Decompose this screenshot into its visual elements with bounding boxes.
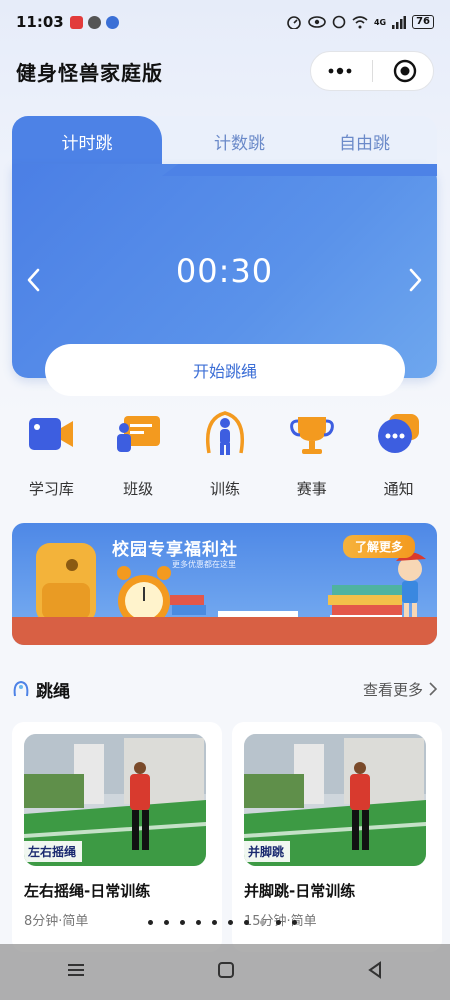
timer-body: 00:30 开始跳绳 bbox=[12, 164, 437, 396]
menu-label-events: 赛事 bbox=[296, 480, 327, 498]
mini-program-capsule bbox=[310, 51, 434, 91]
menu-item-notice[interactable]: 通知 bbox=[359, 408, 439, 508]
next-time-button[interactable] bbox=[401, 260, 431, 300]
welfare-banner[interactable]: 校园专享福利社 更多优惠都在这里 了解更多 bbox=[12, 523, 437, 645]
close-mini-program-button[interactable] bbox=[380, 51, 430, 91]
speed-icon bbox=[287, 16, 301, 29]
title-bar: 健身怪兽家庭版 bbox=[0, 48, 450, 94]
carousel-dot bbox=[164, 920, 169, 925]
section-title: 跳绳 bbox=[36, 681, 70, 702]
training-card[interactable]: 左右摇绳 左右摇绳-日常训练 8分钟·简单 bbox=[12, 722, 222, 952]
target-close-icon bbox=[393, 59, 416, 83]
menu-label-library: 学习库 bbox=[28, 480, 74, 498]
back-triangle-icon bbox=[368, 961, 382, 979]
status-right-group: 4G 76 bbox=[286, 15, 434, 29]
chevron-right-icon bbox=[429, 682, 437, 696]
chevron-right-icon bbox=[409, 268, 422, 292]
more-options-button[interactable] bbox=[315, 51, 365, 91]
eye-icon bbox=[308, 16, 326, 28]
carousel-dot bbox=[276, 920, 281, 925]
menu-item-training[interactable]: 训练 bbox=[185, 408, 265, 508]
tab-timed-jump[interactable]: 计时跳 bbox=[12, 116, 162, 166]
banner-subtitle: 更多优惠都在这里 bbox=[172, 560, 236, 569]
menu-lines-icon bbox=[67, 964, 84, 976]
jump-rope-icon bbox=[199, 408, 251, 460]
battery-indicator: 76 bbox=[412, 15, 434, 29]
app-notification-icon bbox=[69, 15, 83, 29]
status-time: 11:03 bbox=[16, 13, 64, 31]
rope-section-icon bbox=[13, 680, 29, 697]
alarm-icon bbox=[332, 15, 346, 29]
mode-tabs: 计时跳 计数跳 自由跳 bbox=[12, 116, 437, 166]
carousel-dot bbox=[244, 920, 249, 925]
training-cards: 左右摇绳 左右摇绳-日常训练 8分钟·简单 并脚跳 并脚跳-日常训练 15分钟·… bbox=[12, 722, 442, 952]
wifi-icon bbox=[352, 15, 368, 28]
banner-more-button[interactable]: 了解更多 bbox=[342, 535, 415, 558]
menu-item-events[interactable]: 赛事 bbox=[272, 408, 352, 508]
tab-count-jump[interactable]: 计数跳 bbox=[182, 116, 297, 166]
chat-bubble-icon bbox=[373, 408, 425, 460]
card-meta: 8分钟·简单 bbox=[24, 914, 89, 929]
capsule-divider bbox=[371, 60, 373, 82]
signal-icon bbox=[392, 15, 407, 29]
video-thumbnail: 并脚跳 bbox=[244, 734, 426, 866]
menu-nav-button[interactable] bbox=[66, 962, 86, 982]
android-notification-icon bbox=[87, 15, 101, 29]
card-tag: 并脚跳 bbox=[244, 841, 291, 862]
carousel-dots bbox=[148, 920, 297, 925]
tab-free-jump[interactable]: 自由跳 bbox=[302, 116, 427, 166]
home-square-icon bbox=[217, 962, 234, 978]
see-more-label: 查看更多 bbox=[362, 680, 423, 699]
quick-menu: 学习库 班级 训练 赛事 通知 bbox=[0, 408, 450, 508]
carousel-dot bbox=[148, 920, 153, 925]
notification-icons bbox=[69, 15, 119, 29]
start-jump-button[interactable]: 开始跳绳 bbox=[45, 344, 405, 396]
timer-card: 计时跳 计数跳 自由跳 00:30 开始跳绳 bbox=[12, 116, 437, 396]
back-nav-button[interactable] bbox=[366, 961, 384, 983]
carousel-dot bbox=[196, 920, 201, 925]
carousel-dot bbox=[228, 920, 233, 925]
status-bar: 11:03 4G 76 bbox=[0, 0, 450, 44]
section-header: 跳绳 查看更多 bbox=[12, 674, 437, 704]
more-dots-icon bbox=[328, 67, 351, 75]
banner-title: 校园专享福利社 bbox=[112, 540, 238, 560]
menu-label-notice: 通知 bbox=[383, 480, 414, 498]
card-tag: 左右摇绳 bbox=[24, 841, 83, 862]
network-type: 4G bbox=[373, 17, 387, 27]
carousel-dot bbox=[292, 920, 297, 925]
banner-floor bbox=[12, 617, 437, 645]
menu-label-training: 训练 bbox=[209, 480, 240, 498]
card-title: 并脚跳-日常训练 bbox=[244, 882, 356, 900]
app-title: 健身怪兽家庭版 bbox=[16, 60, 163, 85]
system-nav-bar bbox=[0, 944, 450, 1000]
timer-value: 00:30 bbox=[175, 252, 274, 290]
menu-item-class[interactable]: 班级 bbox=[98, 408, 178, 508]
carousel-dot bbox=[260, 920, 265, 925]
menu-item-library[interactable]: 学习库 bbox=[11, 408, 91, 508]
training-card[interactable]: 并脚跳 并脚跳-日常训练 15分钟·简单 bbox=[232, 722, 442, 952]
video-thumbnail: 左右摇绳 bbox=[24, 734, 206, 866]
carousel-dot bbox=[180, 920, 185, 925]
carousel-dot bbox=[212, 920, 217, 925]
card-title: 左右摇绳-日常训练 bbox=[24, 882, 151, 900]
video-camera-icon bbox=[25, 408, 77, 460]
home-nav-button[interactable] bbox=[217, 961, 235, 983]
browser-notification-icon bbox=[105, 15, 119, 29]
classroom-icon bbox=[112, 408, 164, 460]
menu-label-class: 班级 bbox=[123, 480, 154, 498]
trophy-icon bbox=[286, 408, 338, 460]
see-more-link[interactable]: 查看更多 bbox=[363, 679, 437, 700]
